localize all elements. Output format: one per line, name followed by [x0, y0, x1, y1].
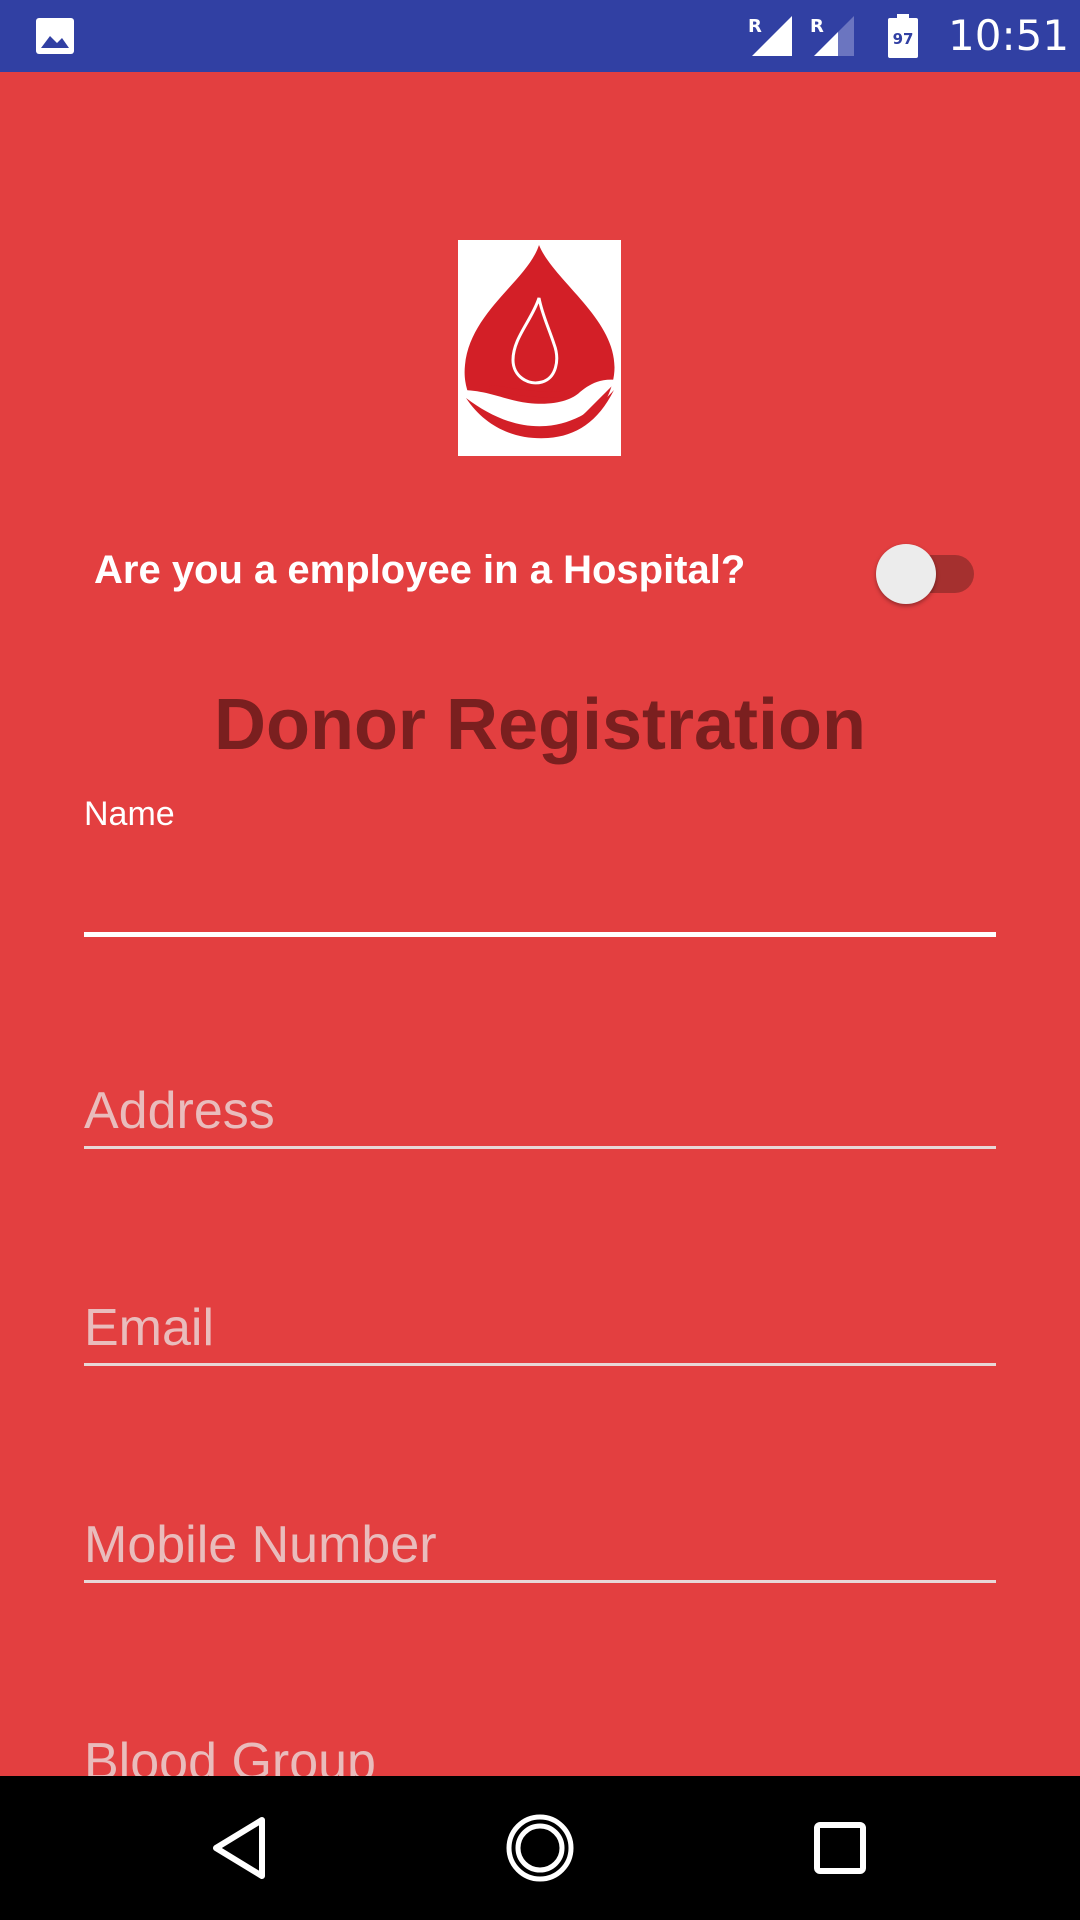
email-underline — [84, 1363, 996, 1366]
email-input[interactable] — [84, 1293, 996, 1363]
status-bar: R R 97 10:51 — [0, 0, 1080, 72]
clock: 10:51 — [948, 11, 1070, 60]
name-input[interactable] — [84, 836, 996, 932]
gallery-icon — [36, 18, 74, 54]
recents-icon[interactable] — [802, 1810, 878, 1886]
address-field — [84, 1076, 996, 1149]
email-field — [84, 1293, 996, 1366]
mobile-field — [84, 1510, 996, 1583]
back-icon[interactable] — [202, 1810, 278, 1886]
blood-drop-logo — [458, 240, 621, 456]
name-label: Name — [84, 795, 175, 833]
signal-icon: R — [748, 16, 792, 56]
mobile-underline — [84, 1580, 996, 1583]
name-underline — [84, 932, 996, 937]
navigation-bar — [0, 1776, 1080, 1920]
name-field: Name — [84, 792, 996, 937]
roaming-indicator: R — [748, 16, 762, 37]
hospital-employee-switch[interactable] — [876, 538, 976, 604]
roaming-indicator: R — [810, 16, 824, 37]
mobile-input[interactable] — [84, 1510, 996, 1580]
battery-icon: 97 — [888, 14, 918, 58]
switch-thumb — [876, 544, 936, 604]
address-input[interactable] — [84, 1076, 996, 1146]
battery-level: 97 — [893, 30, 914, 48]
page-title: Donor Registration — [213, 685, 866, 765]
signal-icon: R — [810, 16, 854, 56]
home-icon[interactable] — [502, 1810, 578, 1886]
hospital-employee-label: Are you a employee in a Hospital? — [94, 548, 746, 592]
address-underline — [84, 1146, 996, 1149]
